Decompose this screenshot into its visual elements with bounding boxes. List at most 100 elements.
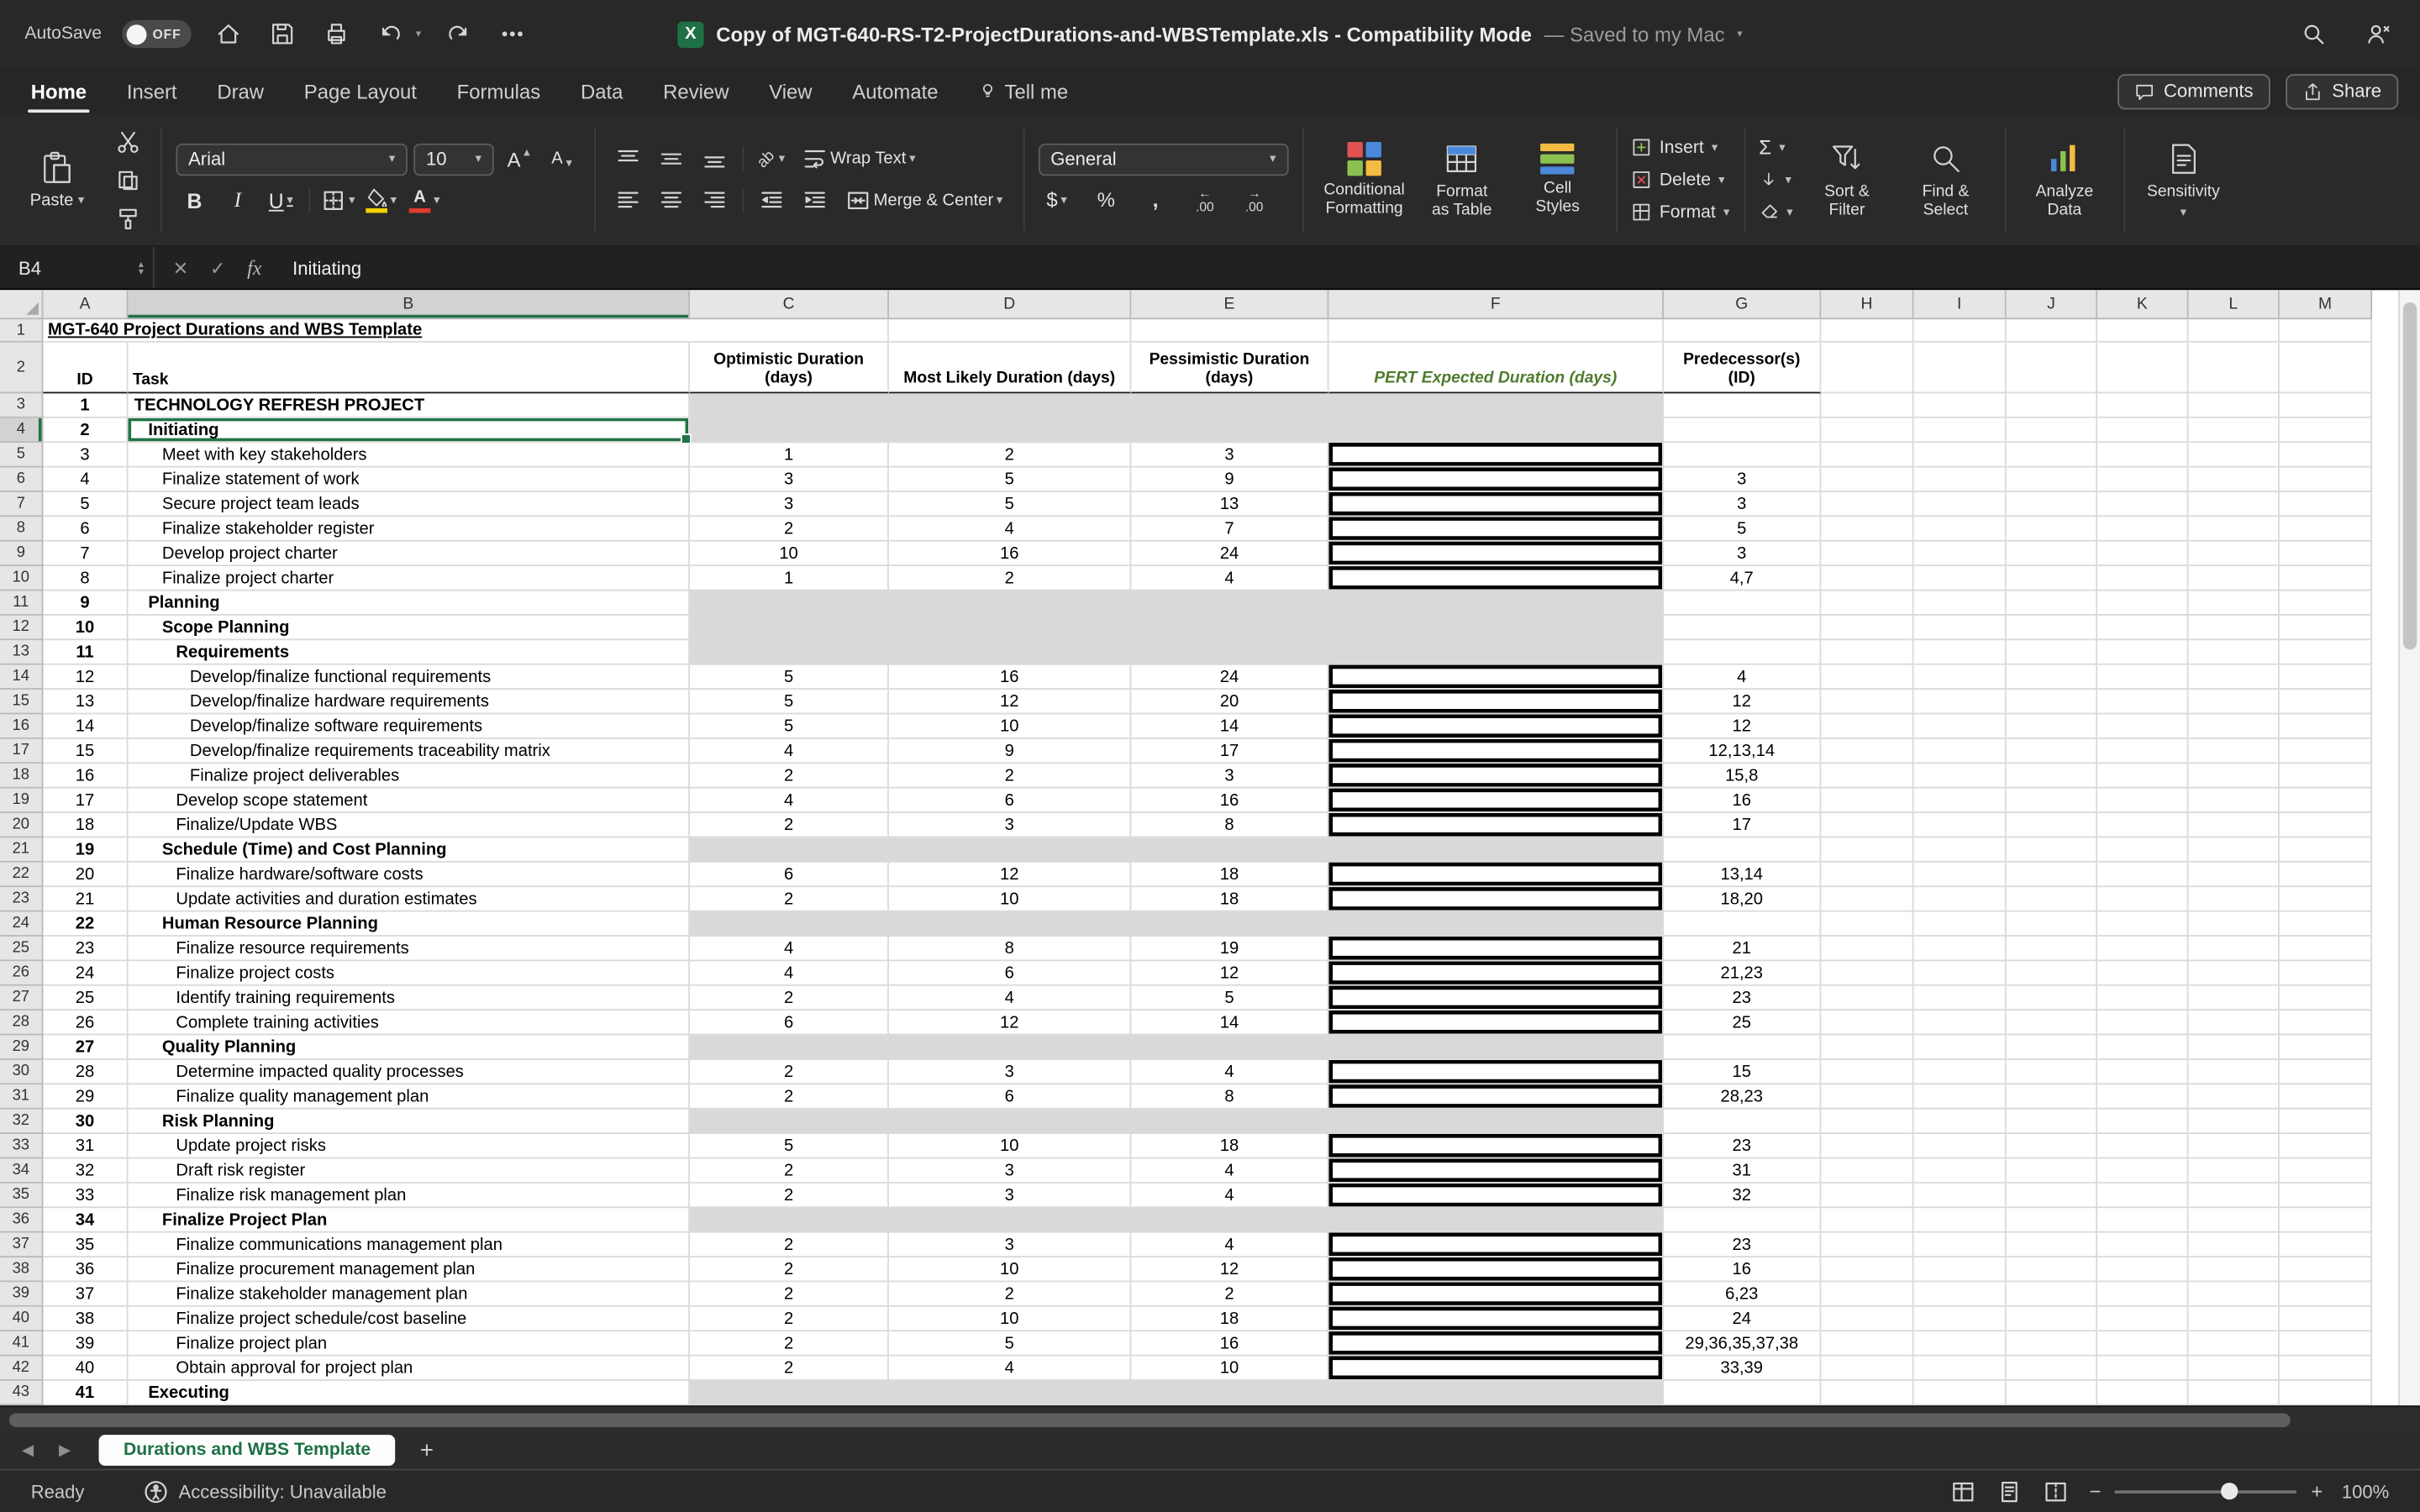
cell-G28[interactable]: 25: [1664, 1011, 1821, 1035]
cell-L24[interactable]: [2188, 912, 2279, 937]
cell-B43[interactable]: Executing: [128, 1381, 690, 1405]
cell-G9[interactable]: 3: [1664, 542, 1821, 566]
cell-G16[interactable]: 12: [1664, 714, 1821, 738]
cell-D20[interactable]: 3: [889, 813, 1131, 837]
cell-D31[interactable]: 6: [889, 1084, 1131, 1109]
cell-B7[interactable]: Secure project team leads: [128, 492, 690, 517]
cell-A10[interactable]: 8: [43, 566, 128, 591]
cell-D35[interactable]: 3: [889, 1184, 1131, 1208]
cell-C18[interactable]: 2: [690, 764, 889, 788]
row-header-17[interactable]: 17: [0, 739, 43, 764]
cell-G43[interactable]: [1664, 1381, 1821, 1405]
cell-D9[interactable]: 16: [889, 542, 1131, 566]
cell-B19[interactable]: Develop scope statement: [128, 789, 690, 813]
cell-G31[interactable]: 28,23: [1664, 1084, 1821, 1109]
cell-F24[interactable]: [1328, 912, 1664, 937]
comments-button[interactable]: Comments: [2118, 73, 2270, 108]
cell-E30[interactable]: 4: [1131, 1060, 1328, 1084]
row-header-26[interactable]: 26: [0, 961, 43, 985]
cell-L8[interactable]: [2188, 517, 2279, 541]
row-header-41[interactable]: 41: [0, 1331, 43, 1356]
cell-H37[interactable]: [1821, 1233, 1913, 1257]
cell-E11[interactable]: [1131, 591, 1328, 615]
cell-L17[interactable]: [2188, 739, 2279, 764]
cell-M19[interactable]: [2280, 789, 2372, 813]
share-person-icon[interactable]: [2361, 17, 2395, 50]
cell-E42[interactable]: 10: [1131, 1356, 1328, 1380]
cell-I16[interactable]: [1914, 714, 2007, 738]
cell-G37[interactable]: 23: [1664, 1233, 1821, 1257]
cell-I11[interactable]: [1914, 591, 2007, 615]
col-header-B[interactable]: B: [128, 290, 690, 319]
cell-K35[interactable]: [2097, 1184, 2188, 1208]
ribbon-tab-tellme[interactable]: Tell me: [978, 68, 1068, 114]
cell-K29[interactable]: [2097, 1035, 2188, 1059]
cell-B3[interactable]: TECHNOLOGY REFRESH PROJECT: [128, 393, 690, 417]
cell-A25[interactable]: 23: [43, 937, 128, 961]
ribbon-tab-draw[interactable]: Draw: [217, 68, 264, 114]
cell-L2[interactable]: [2188, 343, 2279, 394]
cell-A14[interactable]: 12: [43, 665, 128, 690]
cell-M1[interactable]: [2280, 319, 2372, 343]
cell-E20[interactable]: 8: [1131, 813, 1328, 837]
cell-F23[interactable]: [1328, 887, 1664, 911]
cell-M36[interactable]: [2280, 1208, 2372, 1232]
cell-styles-button[interactable]: Cell Styles: [1512, 122, 1602, 238]
cell-F5[interactable]: [1328, 443, 1664, 467]
cell-J38[interactable]: [2007, 1257, 2097, 1282]
cell-H30[interactable]: [1821, 1060, 1913, 1084]
cell-G10[interactable]: 4,7: [1664, 566, 1821, 591]
cell-B11[interactable]: Planning: [128, 591, 690, 615]
cell-H14[interactable]: [1821, 665, 1913, 690]
fill-button[interactable]: ▾: [1759, 165, 1792, 195]
cell-E28[interactable]: 14: [1131, 1011, 1328, 1035]
currency-format-button[interactable]: $▾: [1039, 183, 1076, 217]
row-header-27[interactable]: 27: [0, 986, 43, 1011]
cell-K19[interactable]: [2097, 789, 2188, 813]
cell-H18[interactable]: [1821, 764, 1913, 788]
cell-D25[interactable]: 8: [889, 937, 1131, 961]
cell-I6[interactable]: [1914, 468, 2007, 492]
cell-I17[interactable]: [1914, 739, 2007, 764]
cell-C5[interactable]: 1: [690, 443, 889, 467]
cell-I42[interactable]: [1914, 1356, 2007, 1380]
cell-G12[interactable]: [1664, 616, 1821, 640]
cell-J6[interactable]: [2007, 468, 2097, 492]
cell-F3[interactable]: [1328, 393, 1664, 417]
cell-K37[interactable]: [2097, 1233, 2188, 1257]
cell-G2[interactable]: Predecessor(s) (ID): [1664, 343, 1821, 394]
cell-A40[interactable]: 38: [43, 1307, 128, 1331]
cell-K34[interactable]: [2097, 1158, 2188, 1183]
cell-F27[interactable]: [1328, 986, 1664, 1011]
zoom-in-icon[interactable]: +: [2311, 1479, 2323, 1503]
cell-M41[interactable]: [2280, 1331, 2372, 1356]
cell-K23[interactable]: [2097, 887, 2188, 911]
cell-G7[interactable]: 3: [1664, 492, 1821, 517]
cell-C40[interactable]: 2: [690, 1307, 889, 1331]
cell-E27[interactable]: 5: [1131, 986, 1328, 1011]
decrease-decimal-button[interactable]: →.00: [1236, 183, 1273, 217]
row-header-36[interactable]: 36: [0, 1208, 43, 1232]
cell-C24[interactable]: [690, 912, 889, 937]
cell-F8[interactable]: [1328, 517, 1664, 541]
cell-K14[interactable]: [2097, 665, 2188, 690]
cell-M29[interactable]: [2280, 1035, 2372, 1059]
cell-H27[interactable]: [1821, 986, 1913, 1011]
cell-L42[interactable]: [2188, 1356, 2279, 1380]
cell-M43[interactable]: [2280, 1381, 2372, 1405]
cell-B14[interactable]: Develop/finalize functional requirements: [128, 665, 690, 690]
cell-D32[interactable]: [889, 1110, 1131, 1134]
cell-A2[interactable]: ID: [43, 343, 128, 394]
sensitivity-button[interactable]: Sensitivity ▾: [2139, 122, 2228, 238]
cell-D5[interactable]: 2: [889, 443, 1131, 467]
align-bottom-button[interactable]: [696, 142, 733, 176]
cell-J30[interactable]: [2007, 1060, 2097, 1084]
clear-button[interactable]: ▾: [1759, 197, 1792, 227]
cell-D12[interactable]: [889, 616, 1131, 640]
cell-G8[interactable]: 5: [1664, 517, 1821, 541]
cell-I4[interactable]: [1914, 418, 2007, 443]
cell-B22[interactable]: Finalize hardware/software costs: [128, 863, 690, 887]
cell-E40[interactable]: 18: [1131, 1307, 1328, 1331]
cell-E29[interactable]: [1131, 1035, 1328, 1059]
cell-H39[interactable]: [1821, 1282, 1913, 1306]
